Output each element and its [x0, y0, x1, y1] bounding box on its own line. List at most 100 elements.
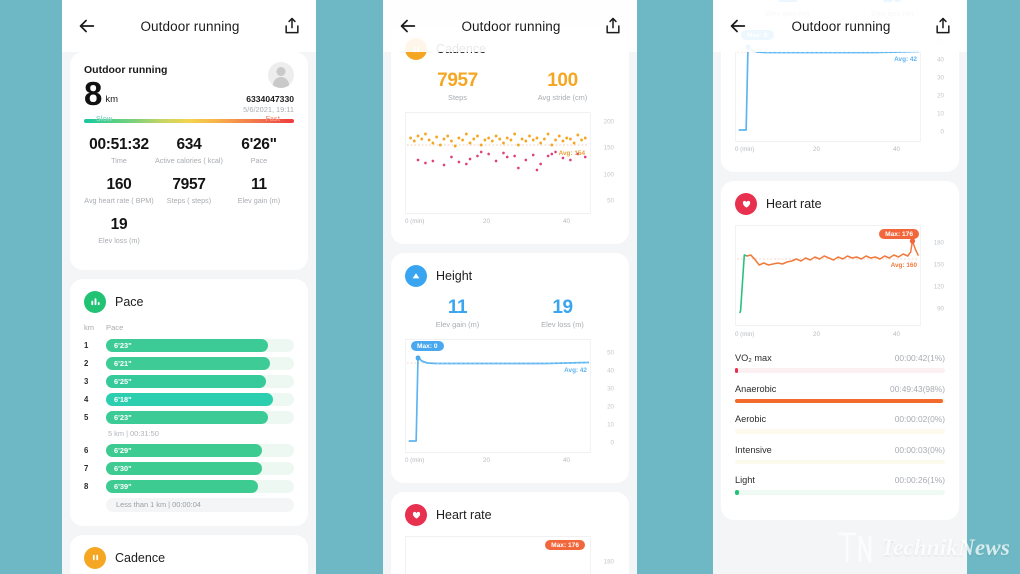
stat-value: 11 [251, 176, 267, 194]
pace-value: 6'25" [114, 376, 132, 386]
pace-row[interactable]: 5 6'23" [84, 410, 294, 424]
pace-value: 6'23" [114, 340, 132, 350]
zone-value: 00:49:43(98%) [890, 383, 945, 394]
x-tick: 20 [483, 218, 490, 225]
heart-rate-zones: VO₂ max 00:00:42(1%) Anaerobic 00:49:43(… [735, 353, 945, 495]
stat-label: Active calories ( kcal) [155, 156, 223, 166]
zone-vo2-max: VO₂ max 00:00:42(1%) [735, 353, 945, 373]
phone-panel-1: Outdoor running 8 km 6334047330 5/6/2021… [62, 0, 316, 574]
heart-rate-chart-partial: Max: 176 180 [405, 536, 615, 574]
pace-value: 6'18" [114, 394, 132, 404]
height-metrics: 11 Elev gain (m) 19 Elev loss (m) [405, 297, 615, 329]
pace-value: 6'23" [114, 412, 132, 422]
screenshot-stage: Outdoor running 8 km 6334047330 5/6/2021… [0, 0, 1020, 574]
pace-km: 1 [84, 340, 89, 350]
metric-value: 100 [547, 70, 578, 91]
pace-km: 3 [84, 376, 89, 386]
heart-rate-chart-svg [735, 225, 921, 326]
pace-bar-track: 6'23" [106, 338, 294, 352]
stat-label: Time [111, 156, 127, 166]
heart-rate-section-title: Heart rate [436, 508, 492, 522]
zone-track [735, 490, 945, 495]
share-upload-icon[interactable] [282, 16, 302, 36]
stat-value: 160 [106, 176, 132, 194]
stat-time: 00:51:32 Time [84, 136, 154, 165]
stat-avg-heart-rate: 160 Avg heart rate ( BPM) [84, 176, 154, 205]
zone-label: Anaerobic [735, 383, 777, 394]
y-tick: 10 [937, 110, 944, 118]
heart-icon [735, 193, 757, 215]
zone-track [735, 459, 945, 464]
back-icon[interactable] [76, 15, 98, 37]
zone-aerobic: Aerobic 00:00:02(0%) [735, 414, 945, 434]
app-bar-title: Outdoor running [791, 18, 891, 34]
height-elev-loss: 19 Elev loss (m) [510, 297, 615, 329]
x-tick: 20 [813, 331, 820, 338]
pace-bar-track: 6'23" [106, 410, 294, 424]
stat-value: 19 [110, 215, 128, 233]
cadence-y-axis: 200 150 100 50 [593, 112, 615, 214]
cadence-x-axis: 0 (min) 20 40 [405, 218, 593, 230]
distance-value: 8 [84, 75, 102, 112]
metric-label: Elev loss (m) [541, 320, 584, 329]
pace-bar-track: 6'21" [106, 356, 294, 370]
metric-label: Steps [448, 93, 467, 102]
pace-row[interactable]: 3 6'25" [84, 374, 294, 388]
zone-anaerobic: Anaerobic 00:49:43(98%) [735, 383, 945, 403]
heart-rate-y-axis: 180 150 120 90 [923, 225, 945, 327]
y-tick: 20 [607, 403, 614, 411]
avatar [268, 62, 294, 88]
pace-km: 7 [84, 463, 89, 473]
zone-value: 00:00:02(0%) [894, 414, 945, 424]
speed-fast-label: Fast [265, 116, 280, 124]
app-bar: Outdoor running [383, 0, 637, 52]
app-bar: Outdoor running [713, 0, 967, 52]
share-upload-icon[interactable] [603, 16, 623, 36]
x-tick: 0 (min) [405, 218, 425, 225]
zone-track [735, 429, 945, 434]
stat-label: Elev loss (m) [98, 235, 140, 245]
back-icon[interactable] [727, 15, 749, 37]
phone-panel-2: Cadence 7957 Steps 100 Avg stride (cm) [383, 0, 637, 574]
pace-row[interactable]: 8 6'39" [84, 479, 294, 493]
y-tick: 50 [607, 349, 614, 357]
pace-row[interactable]: 6 6'29" [84, 443, 294, 457]
y-tick: 40 [607, 367, 614, 375]
pace-footer-note: Less than 1 km | 00:00:04 [106, 497, 294, 512]
y-tick: 180 [603, 558, 614, 566]
zone-track [735, 368, 945, 373]
y-tick: 30 [607, 385, 614, 393]
pace-km: 4 [84, 394, 89, 404]
zone-label: Aerobic [735, 414, 767, 424]
x-tick: 20 [813, 146, 820, 153]
x-tick: 40 [563, 218, 570, 225]
pace-row[interactable]: 2 6'21" [84, 356, 294, 370]
zone-value: 00:00:03(0%) [894, 444, 945, 455]
y-tick: 0 [940, 128, 944, 136]
heart-rate-card: Heart rate 180 150 120 90 0 (min) 20 40 … [721, 181, 959, 520]
pace-section-header: Pace [84, 290, 294, 313]
cadence-steps: 7957 Steps [405, 70, 510, 102]
summary-card: Outdoor running 8 km 6334047330 5/6/2021… [70, 52, 308, 270]
heart-rate-y-axis-partial: 180 [593, 536, 615, 566]
stats-grid: 00:51:32 Time 634 Active calories ( kcal… [84, 136, 294, 255]
stat-label: Avg heart rate ( BPM) [84, 195, 154, 205]
height-max-pill: Max: 0 [411, 341, 444, 351]
back-icon[interactable] [397, 15, 419, 37]
pace-bar-track: 6'39" [106, 479, 294, 493]
x-tick: 0 (min) [735, 331, 755, 338]
pace-row[interactable]: 7 6'30" [84, 461, 294, 475]
stat-value: 7957 [172, 176, 206, 194]
pace-row[interactable]: 1 6'23" [84, 338, 294, 352]
zone-intensive: Intensive 00:00:03(0%) [735, 444, 945, 464]
stat-calories: 634 Active calories ( kcal) [154, 136, 224, 165]
pace-km: 6 [84, 445, 89, 455]
pace-row[interactable]: 4 6'18" [84, 392, 294, 406]
pace-km: 5 [84, 412, 89, 422]
metric-value: 19 [552, 297, 573, 318]
cadence-section-title: Cadence [115, 550, 166, 565]
cadence-chart-svg [405, 112, 591, 214]
heart-rate-card-partial: Heart rate Max: 176 180 [391, 492, 629, 574]
share-upload-icon[interactable] [933, 16, 953, 36]
y-tick: 20 [937, 92, 944, 100]
